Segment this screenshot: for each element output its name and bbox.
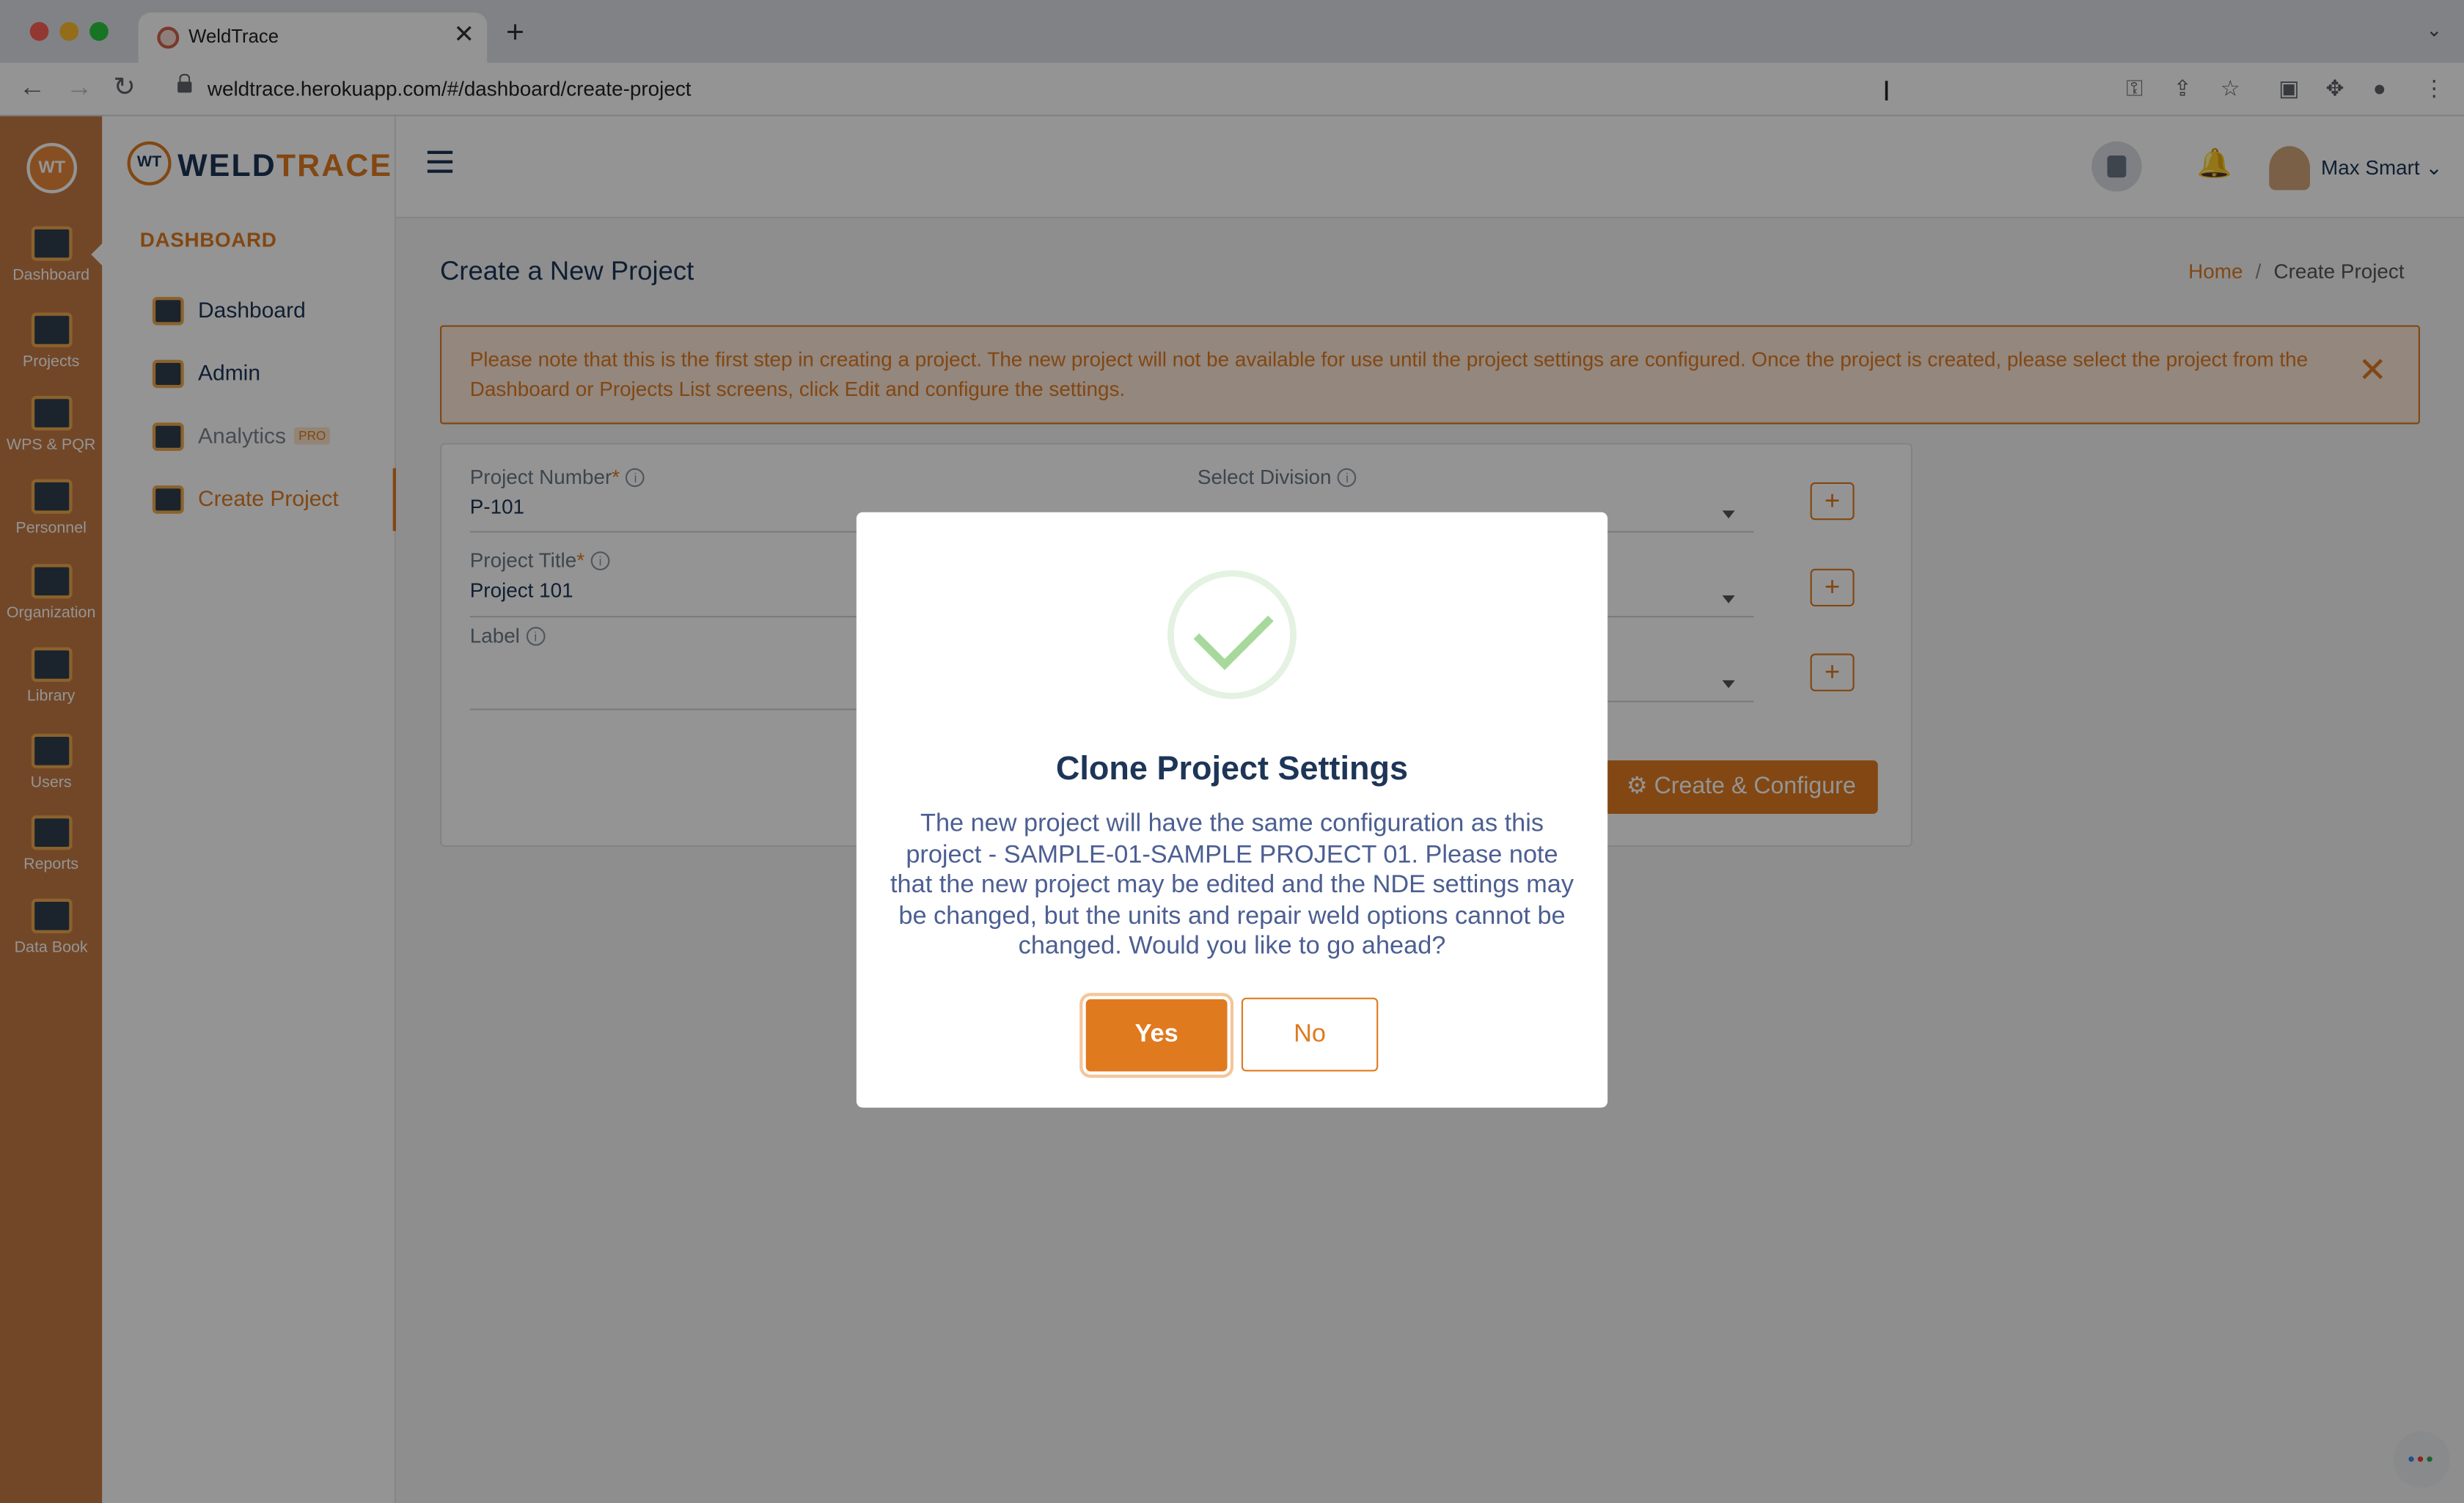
success-check-icon	[1167, 570, 1297, 699]
no-button[interactable]: No	[1241, 997, 1379, 1072]
dialog-title: Clone Project Settings	[1055, 751, 1409, 787]
clone-settings-dialog: Clone Project Settings The new project w…	[856, 512, 1608, 1108]
dialog-message: The new project will have the same confi…	[890, 810, 1574, 961]
yes-button[interactable]: Yes	[1085, 999, 1228, 1072]
screen: WeldTrace ✕ + ⌄ ← → ↻ weldtrace.herokuap…	[0, 0, 2464, 1503]
